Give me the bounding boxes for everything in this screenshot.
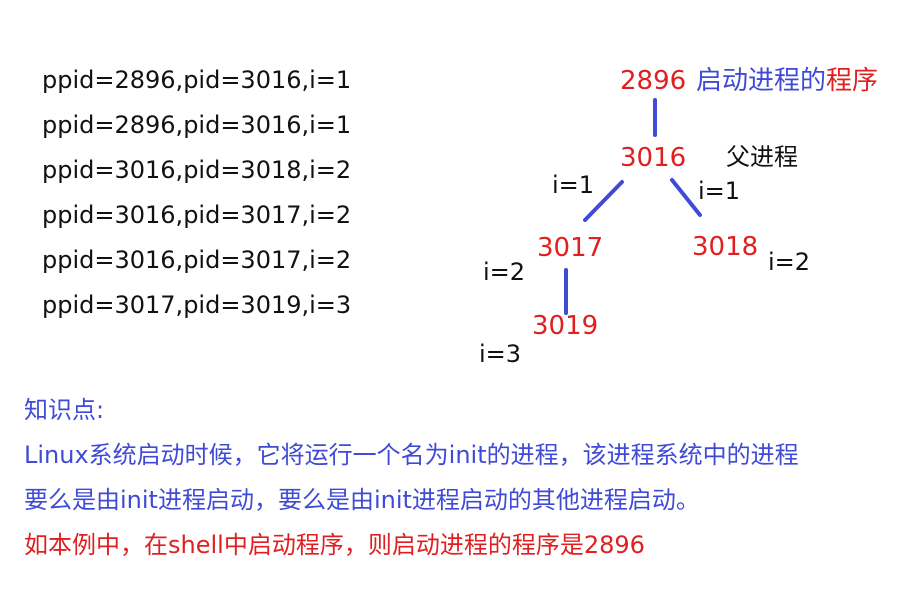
child-right-label: i=2	[768, 248, 811, 276]
child-left-label: i=2	[483, 258, 526, 286]
root-note: 启动进程的程序	[696, 66, 878, 96]
left-edge-label: i=1	[552, 171, 595, 199]
root-pid: 2896	[620, 66, 687, 96]
root-note-blue: 启动进程的	[696, 66, 827, 96]
tree-edges	[564, 98, 702, 315]
grandchild-pid: 3019	[532, 311, 599, 341]
right-edge-label: i=1	[698, 177, 741, 205]
process-tree: 2896 启动进程的程序 3016 父进程 i=1 i=1 3017 i=2 3…	[0, 0, 909, 380]
child-left-pid: 3017	[537, 233, 604, 263]
notes-heading: 知识点:	[24, 396, 105, 424]
notes-line-1: Linux系统启动时候，它将运行一个名为init的进程，该进程系统中的进程	[24, 441, 799, 469]
notes-line-3: 如本例中，在shell中启动程序，则启动进程的程序是2896	[24, 531, 645, 559]
edge-parent-to-right	[670, 178, 702, 217]
child-right-pid: 3018	[692, 232, 759, 262]
grandchild-label: i=3	[479, 340, 522, 368]
knowledge-notes: 知识点: Linux系统启动时候，它将运行一个名为init的进程，该进程系统中的…	[24, 388, 799, 568]
notes-line-2: 要么是由init进程启动，要么是由init进程启动的其他进程启动。	[24, 486, 700, 514]
parent-note: 父进程	[726, 143, 798, 171]
parent-pid: 3016	[620, 143, 687, 173]
root-note-red: 程序	[826, 66, 879, 96]
